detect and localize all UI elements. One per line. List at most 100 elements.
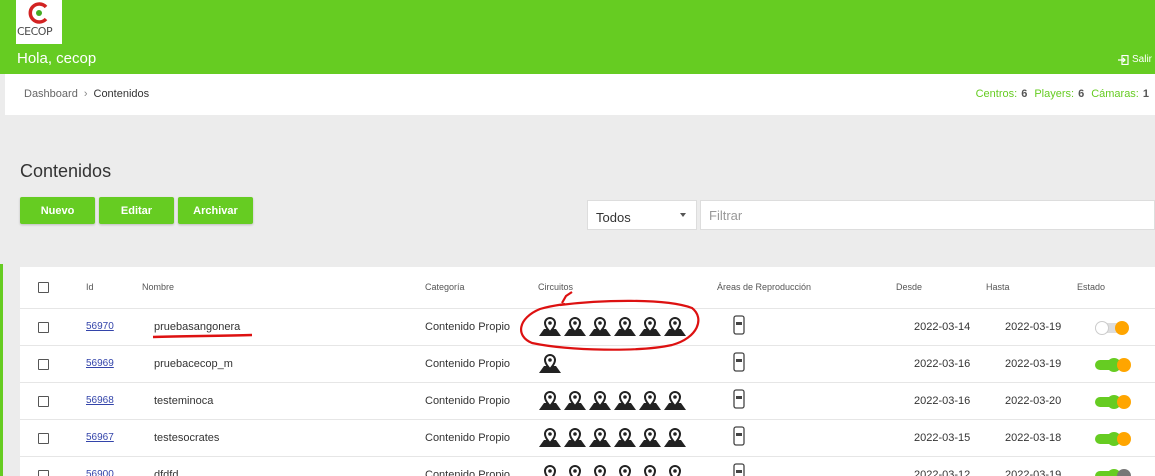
map-pin-icon bbox=[568, 465, 582, 476]
filter-input[interactable] bbox=[700, 200, 1155, 230]
row-playback-area[interactable] bbox=[733, 315, 745, 339]
status-toggle[interactable] bbox=[1095, 358, 1135, 372]
status-toggle[interactable] bbox=[1095, 321, 1135, 335]
column-header-estado[interactable]: Estado bbox=[1077, 282, 1105, 292]
column-header-areas[interactable]: Áreas de Reproducción bbox=[717, 282, 811, 292]
map-pin-icon bbox=[664, 391, 686, 410]
table-row[interactable]: 56969 pruebacecop_m Contenido Propio 2022-0… bbox=[20, 346, 1155, 383]
table-row[interactable]: 56967 testesocrates Contenido Propio 2022-0… bbox=[20, 420, 1155, 457]
row-name: pruebasangonera bbox=[154, 321, 241, 333]
table-row[interactable]: 56968 testeminoca Contenido Propio 2022-03-… bbox=[20, 383, 1155, 420]
row-id-link[interactable]: 56970 bbox=[86, 321, 114, 332]
row-id-link[interactable]: 56969 bbox=[86, 358, 114, 369]
map-pin-icon bbox=[539, 354, 561, 373]
row-checkbox[interactable] bbox=[38, 470, 49, 476]
breadcrumb-item-current: Contenidos bbox=[93, 88, 150, 100]
table-header: Id Nombre Categoría Circuitos Áreas de R… bbox=[20, 267, 1155, 309]
row-checkbox[interactable] bbox=[38, 322, 49, 333]
category-select[interactable]: Todos bbox=[587, 200, 697, 230]
contents-table: Id Nombre Categoría Circuitos Áreas de R… bbox=[20, 267, 1155, 476]
status-toggle[interactable] bbox=[1095, 395, 1135, 409]
row-category: Contenido Propio bbox=[425, 469, 511, 476]
row-circuits bbox=[538, 465, 687, 476]
column-header-hasta[interactable]: Hasta bbox=[986, 282, 1010, 292]
row-desde: 2022-03-12 bbox=[914, 469, 971, 476]
map-pin-icon bbox=[668, 465, 682, 476]
map-pin-icon bbox=[639, 428, 661, 447]
edit-button[interactable]: Editar bbox=[99, 197, 174, 224]
row-circuits bbox=[538, 391, 687, 411]
phone-icon bbox=[733, 315, 745, 335]
row-id-link[interactable]: 56900 bbox=[86, 469, 114, 476]
phone-icon bbox=[733, 352, 745, 372]
map-pin-icon bbox=[639, 317, 661, 336]
summary-stats: Centros: 6 Players: 6 Cámaras: 1 bbox=[976, 88, 1149, 100]
row-id-link[interactable]: 56968 bbox=[86, 395, 114, 406]
row-checkbox[interactable] bbox=[38, 359, 49, 370]
breadcrumb: Dashboard › Contenidos bbox=[24, 88, 149, 100]
logo-mark-icon bbox=[28, 2, 48, 24]
column-header-desde[interactable]: Desde bbox=[896, 282, 922, 292]
row-playback-area[interactable] bbox=[733, 426, 745, 450]
map-pin-icon bbox=[589, 317, 611, 336]
row-name: testesocrates bbox=[154, 432, 220, 444]
breadcrumb-separator-icon: › bbox=[83, 88, 88, 100]
stat-centros-label: Centros: bbox=[975, 88, 1018, 100]
breadcrumb-item-dashboard[interactable]: Dashboard bbox=[24, 88, 78, 100]
map-pin-icon bbox=[564, 391, 586, 410]
select-all-checkbox[interactable] bbox=[38, 282, 49, 293]
column-header-name[interactable]: Nombre bbox=[142, 282, 174, 292]
logout-label: Salir bbox=[1131, 54, 1152, 65]
row-playback-area[interactable] bbox=[733, 389, 745, 413]
phone-icon bbox=[733, 426, 745, 446]
stat-camaras-label: Cámaras: bbox=[1091, 88, 1139, 100]
logout-button[interactable]: Salir bbox=[1117, 54, 1152, 65]
row-category: Contenido Propio bbox=[425, 432, 511, 444]
row-circuits bbox=[538, 317, 687, 337]
row-hasta: 2022-03-19 bbox=[1005, 358, 1062, 370]
row-desde: 2022-03-16 bbox=[914, 395, 971, 407]
row-playback-area[interactable] bbox=[733, 463, 745, 476]
map-pin-icon bbox=[564, 317, 586, 336]
new-button[interactable]: Nuevo bbox=[20, 197, 95, 224]
logo-text: CECOP bbox=[17, 25, 53, 38]
toggle-knob bbox=[1117, 358, 1131, 372]
status-toggle[interactable] bbox=[1095, 469, 1135, 476]
map-pin-icon bbox=[664, 428, 686, 447]
top-header: CECOP Hola, cecop Salir bbox=[0, 0, 1155, 74]
breadcrumb-bar: Dashboard › Contenidos Centros: 6 Players: 6 C… bbox=[5, 74, 1155, 115]
row-hasta: 2022-03-19 bbox=[1005, 321, 1062, 333]
map-pin-icon bbox=[593, 465, 607, 476]
row-category: Contenido Propio bbox=[425, 395, 511, 407]
row-desde: 2022-03-14 bbox=[914, 321, 971, 333]
toggle-knob bbox=[1115, 321, 1129, 335]
row-name: pruebacecop_m bbox=[154, 358, 233, 370]
map-pin-icon bbox=[589, 428, 611, 447]
column-header-id[interactable]: Id bbox=[86, 282, 94, 292]
map-pin-icon bbox=[664, 317, 686, 336]
row-hasta: 2022-03-18 bbox=[1005, 432, 1062, 444]
stat-players-value: 6 bbox=[1078, 88, 1085, 100]
map-pin-icon bbox=[614, 428, 636, 447]
map-pin-icon bbox=[614, 391, 636, 410]
left-accent-bar bbox=[0, 264, 3, 476]
row-category: Contenido Propio bbox=[425, 358, 511, 370]
row-name: dfdfd bbox=[154, 469, 179, 476]
toggle-knob bbox=[1117, 432, 1131, 446]
map-pin-icon bbox=[543, 465, 557, 476]
column-header-circuits[interactable]: Circuitos bbox=[538, 282, 573, 292]
table-row[interactable]: 56900 dfdfd Contenido Propio 2022-03-12 2022… bbox=[20, 457, 1155, 476]
status-toggle[interactable] bbox=[1095, 432, 1135, 446]
row-checkbox[interactable] bbox=[38, 396, 49, 407]
row-name: testeminoca bbox=[154, 395, 214, 407]
column-header-category[interactable]: Categoría bbox=[425, 282, 465, 292]
row-checkbox[interactable] bbox=[38, 433, 49, 444]
row-hasta: 2022-03-20 bbox=[1005, 395, 1062, 407]
table-row[interactable]: 56970 pruebasangonera Contenido Propio 2022… bbox=[20, 309, 1155, 346]
row-id-link[interactable]: 56967 bbox=[86, 432, 114, 443]
row-playback-area[interactable] bbox=[733, 352, 745, 376]
archive-button[interactable]: Archivar bbox=[178, 197, 253, 224]
row-desde: 2022-03-16 bbox=[914, 358, 971, 370]
toggle-knob bbox=[1117, 395, 1131, 409]
map-pin-icon bbox=[614, 317, 636, 336]
